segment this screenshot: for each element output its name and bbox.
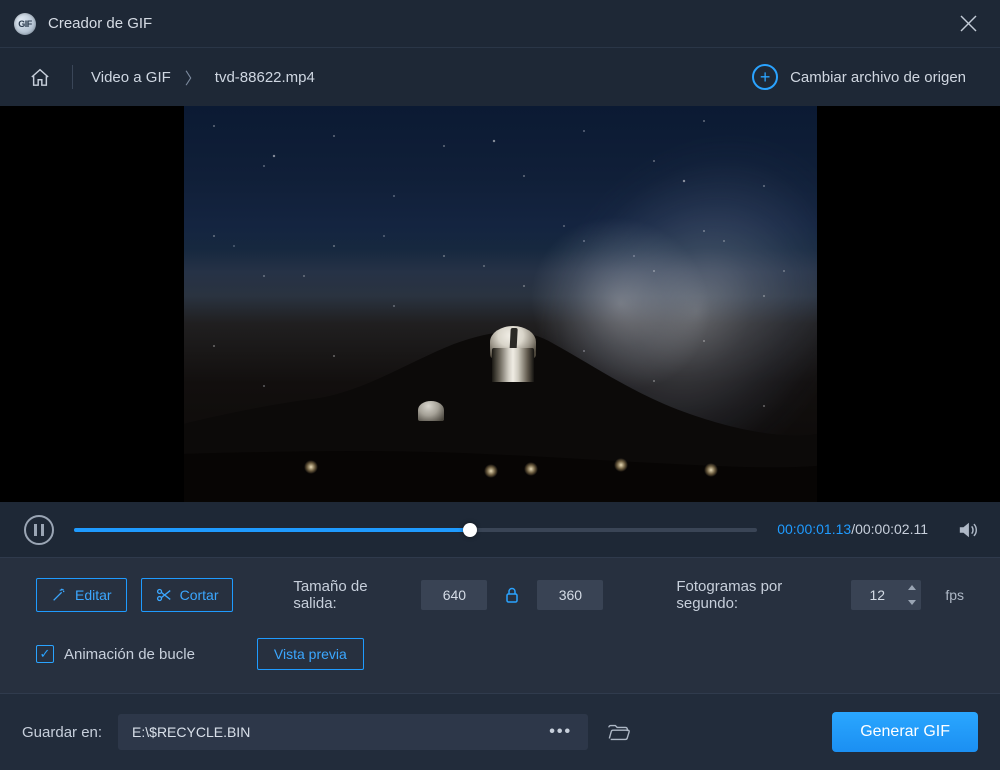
fps-down[interactable] [903, 595, 921, 610]
chevron-right-icon: 〉 [185, 65, 201, 89]
save-path-field[interactable]: E:\$RECYCLE.BIN ••• [118, 714, 588, 750]
breadcrumb-link[interactable]: Video a GIF [91, 69, 171, 86]
change-source-button[interactable]: + Cambiar archivo de origen [752, 64, 966, 90]
seek-fill [74, 528, 470, 532]
volume-icon [957, 520, 979, 540]
generate-button[interactable]: Generar GIF [832, 712, 978, 752]
video-preview-area [0, 106, 1000, 502]
fps-label: Fotogramas por segundo: [676, 578, 837, 612]
fps-unit: fps [945, 587, 964, 603]
lock-aspect-button[interactable] [501, 587, 523, 603]
volume-button[interactable] [956, 518, 980, 542]
breadcrumb-current: tvd-88622.mp4 [215, 69, 315, 86]
close-button[interactable] [954, 10, 982, 38]
fps-up[interactable] [903, 580, 921, 595]
observatory-dome [486, 320, 540, 382]
app-logo-icon: GIF [14, 13, 36, 35]
cut-label: Cortar [180, 587, 219, 603]
save-path-text: E:\$RECYCLE.BIN [132, 724, 543, 740]
width-input[interactable] [421, 580, 487, 610]
pause-button[interactable] [24, 515, 54, 545]
pause-icon [34, 524, 44, 536]
home-button[interactable] [28, 65, 52, 89]
fps-input[interactable] [851, 580, 903, 610]
video-frame[interactable] [184, 106, 817, 502]
seek-thumb[interactable] [463, 523, 477, 537]
bottom-bar: Guardar en: E:\$RECYCLE.BIN ••• Generar … [0, 693, 1000, 770]
loop-label: Animación de bucle [64, 646, 195, 663]
cut-button[interactable]: Cortar [141, 578, 234, 612]
playback-bar: 00:00:01.13/00:00:02.11 [0, 502, 1000, 557]
save-label: Guardar en: [22, 724, 102, 741]
edit-button[interactable]: Editar [36, 578, 127, 612]
edit-label: Editar [75, 587, 112, 603]
loop-checkbox[interactable]: ✓ Animación de bucle [36, 645, 195, 663]
height-input[interactable] [537, 580, 603, 610]
fps-stepper[interactable] [851, 580, 921, 610]
browse-button[interactable]: ••• [543, 723, 578, 741]
app-logo-text: GIF [18, 19, 32, 29]
time-display: 00:00:01.13/00:00:02.11 [777, 521, 928, 539]
breadcrumb-bar: Video a GIF 〉 tvd-88622.mp4 + Cambiar ar… [0, 48, 1000, 106]
checkbox-icon: ✓ [36, 645, 54, 663]
change-source-label: Cambiar archivo de origen [790, 69, 966, 86]
seek-bar[interactable] [74, 515, 757, 545]
scissors-icon [156, 587, 172, 603]
chevron-down-icon [908, 600, 916, 605]
folder-open-icon [607, 722, 631, 742]
chevron-up-icon [908, 585, 916, 590]
close-icon [960, 15, 977, 32]
settings-panel: Editar Cortar Tamaño de salida: Fotogram… [0, 557, 1000, 693]
separator [72, 65, 73, 89]
open-folder-button[interactable] [604, 717, 634, 747]
current-time: 00:00:01.13 [777, 521, 851, 537]
preview-button[interactable]: Vista previa [257, 638, 364, 670]
total-time: 00:00:02.11 [855, 521, 928, 537]
home-icon [29, 67, 51, 87]
lock-icon [505, 587, 519, 603]
plus-circle-icon: + [752, 64, 778, 90]
title-bar: GIF Creador de GIF [0, 0, 1000, 48]
app-title: Creador de GIF [48, 15, 152, 32]
wand-icon [51, 587, 67, 603]
output-size-label: Tamaño de salida: [293, 578, 407, 612]
